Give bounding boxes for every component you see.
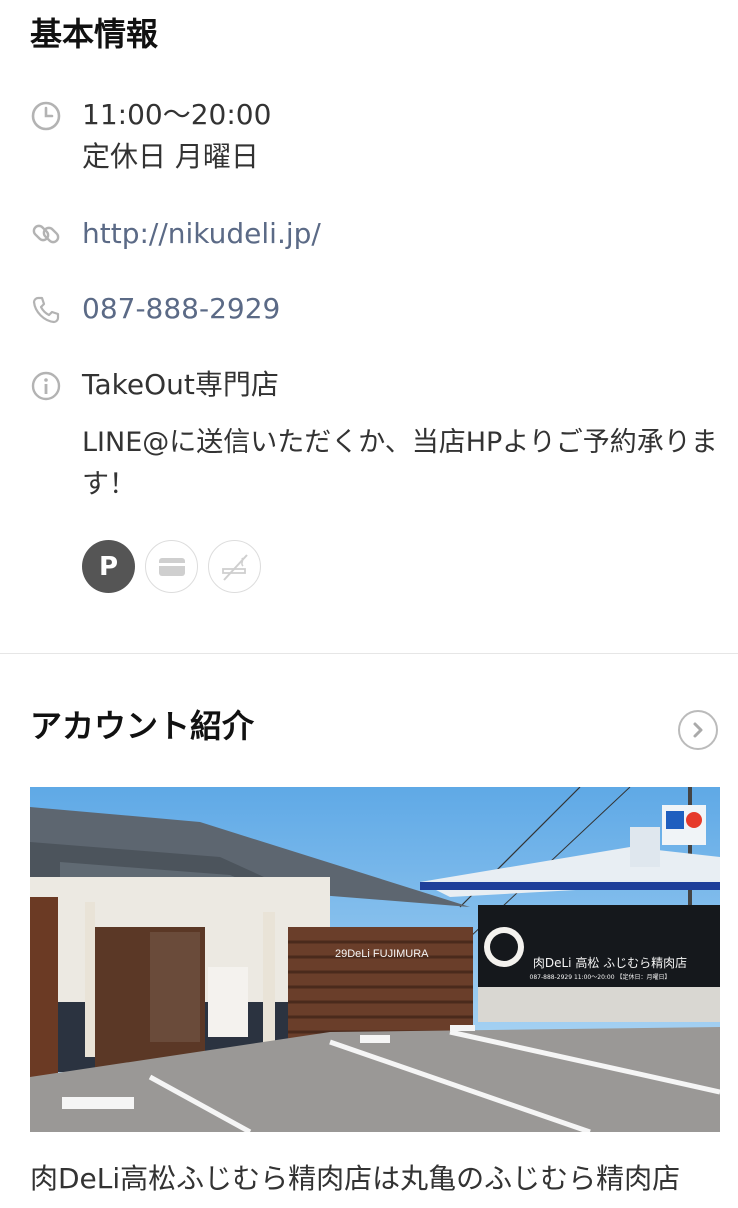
clock-icon [30, 100, 62, 132]
parking-icon: P [98, 551, 119, 582]
section-title-basic-info: 基本情報 [30, 15, 159, 53]
no-smoking-icon [221, 553, 248, 581]
shop-photo[interactable]: 29DeLi FUJIMURA 肉DeLi 高松 ふじむら精肉店 087-888… [30, 787, 720, 1132]
section-divider [0, 653, 738, 654]
section-title-account: アカウント紹介 [30, 707, 255, 745]
shop-exterior-image: 29DeLi FUJIMURA 肉DeLi 高松 ふじむら精肉店 087-888… [30, 787, 720, 1132]
facility-badges: P [82, 540, 261, 593]
no-smoking-badge [208, 540, 261, 593]
photo-fence-sign: 29DeLi FUJIMURA [335, 948, 429, 960]
hours-text: 11:00〜20:00 [82, 98, 272, 131]
website-link[interactable]: http://nikudeli.jp/ [82, 213, 321, 255]
info-title: TakeOut専門店 [82, 368, 279, 401]
account-description: 肉DeLi高松ふじむら精肉店は丸亀のふじむら精肉店 [30, 1162, 681, 1195]
holiday-text: 定休日 月曜日 [82, 140, 259, 173]
credit-card-badge [145, 540, 198, 593]
photo-signboard-text: 肉DeLi 高松 ふじむら精肉店 [533, 955, 687, 970]
chevron-right-icon [693, 722, 703, 738]
credit-card-icon [158, 557, 185, 576]
phone-link[interactable]: 087-888-2929 [82, 288, 280, 330]
photo-signboard-subtext: 087-888-2929 11:00〜20:00 【定休日：月曜日】 [530, 973, 671, 981]
parking-badge: P [82, 540, 135, 593]
phone-icon [30, 294, 62, 326]
link-icon [30, 218, 62, 250]
info-icon [30, 370, 62, 402]
account-more-button[interactable] [678, 710, 718, 750]
info-description: LINE@に送信いただくか、当店HPよりご予約承ります！ [82, 427, 718, 500]
